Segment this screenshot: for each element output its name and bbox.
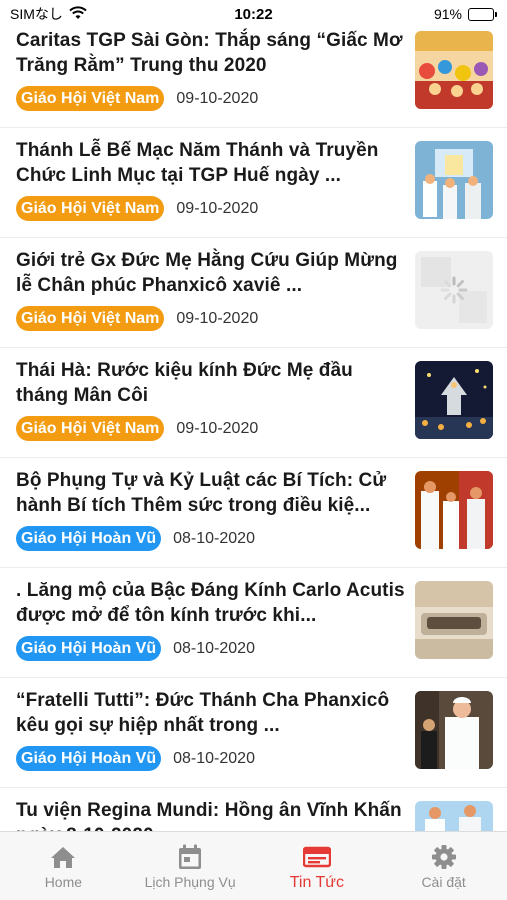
article-text: Bộ Phụng Tự và Kỷ Luật các Bí Tích: Cử h… xyxy=(16,468,415,551)
tab-home[interactable]: Home xyxy=(0,832,127,900)
tab-label: Cài đặt xyxy=(421,874,466,890)
article-title: Bộ Phụng Tự và Kỷ Luật các Bí Tích: Cử h… xyxy=(16,470,387,516)
article-meta: Giáo Hội Việt Nam 09-10-2020 xyxy=(16,196,407,221)
article-thumbnail xyxy=(415,581,493,659)
category-badge[interactable]: Giáo Hội Hoàn Vũ xyxy=(16,526,162,551)
article-text: . Lăng mộ của Bậc Đáng Kính Carlo Acutis… xyxy=(16,578,415,661)
article-meta: Giáo Hội Hoàn Vũ 08-10-2020 xyxy=(16,526,407,551)
category-badge[interactable]: Giáo Hội Việt Nam xyxy=(16,416,165,441)
article-thumbnail xyxy=(415,31,493,109)
article-item[interactable]: Bộ Phụng Tự và Kỷ Luật các Bí Tích: Cử h… xyxy=(0,458,507,568)
tab-gear[interactable]: Cài đặt xyxy=(380,832,507,900)
article-text: Tu viện Regina Mundi: Hồng ân Vĩnh Khấn … xyxy=(16,798,415,831)
tab-news[interactable]: Tin Tức xyxy=(254,832,381,900)
article-item[interactable]: Thái Hà: Rước kiệu kính Đức Mẹ đầu tháng… xyxy=(0,348,507,458)
battery-icon xyxy=(468,7,497,21)
status-bar: SIMなし 10:22 91% xyxy=(0,0,507,28)
article-date: 08-10-2020 xyxy=(173,749,255,767)
article-date: 09-10-2020 xyxy=(176,89,259,107)
article-thumbnail xyxy=(415,361,493,439)
article-item[interactable]: Caritas TGP Sài Gòn: Thắp sáng “Giấc Mơ … xyxy=(0,18,507,128)
carrier-label: SIMなし xyxy=(10,6,63,22)
article-title: Caritas TGP Sài Gòn: Thắp sáng “Giấc Mơ … xyxy=(16,30,403,76)
article-item[interactable]: Tu viện Regina Mundi: Hồng ân Vĩnh Khấn … xyxy=(0,788,507,831)
article-meta: Giáo Hội Việt Nam 09-10-2020 xyxy=(16,306,407,331)
tab-label: Home xyxy=(44,874,83,890)
article-title: Giới trẻ Gx Đức Mẹ Hằng Cứu Giúp Mừng lễ… xyxy=(16,250,398,296)
article-text: Giới trẻ Gx Đức Mẹ Hằng Cứu Giúp Mừng lễ… xyxy=(16,248,415,331)
battery-percent: 91% xyxy=(433,6,462,22)
article-item[interactable]: . Lăng mộ của Bậc Đáng Kính Carlo Acutis… xyxy=(0,568,507,678)
tab-calendar[interactable]: Lịch Phụng Vụ xyxy=(127,832,254,900)
article-title: “Fratelli Tutti”: Đức Thánh Cha Phanxicô… xyxy=(16,690,390,736)
status-time: 10:22 xyxy=(234,5,273,23)
category-badge[interactable]: Giáo Hội Việt Nam xyxy=(16,86,165,111)
article-title: Tu viện Regina Mundi: Hồng ân Vĩnh Khấn … xyxy=(16,800,402,831)
tab-label: Lịch Phụng Vụ xyxy=(144,874,236,890)
article-meta: Giáo Hội Hoàn Vũ 08-10-2020 xyxy=(16,746,407,771)
article-thumbnail xyxy=(415,801,493,831)
calendar-icon xyxy=(178,844,202,870)
article-thumbnail xyxy=(415,251,493,329)
article-meta: Giáo Hội Việt Nam 09-10-2020 xyxy=(16,416,407,441)
article-thumbnail xyxy=(415,471,493,549)
article-text: “Fratelli Tutti”: Đức Thánh Cha Phanxicô… xyxy=(16,688,415,771)
article-text: Thánh Lễ Bế Mạc Năm Thánh và Truyền Chức… xyxy=(16,138,415,221)
article-text: Caritas TGP Sài Gòn: Thắp sáng “Giấc Mơ … xyxy=(16,28,415,111)
article-title: . Lăng mộ của Bậc Đáng Kính Carlo Acutis… xyxy=(16,580,405,626)
article-date: 08-10-2020 xyxy=(173,639,255,657)
news-icon xyxy=(302,844,331,870)
tab-label: Tin Tức xyxy=(289,874,345,891)
tab-bar: Home Lịch Phụng Vụ Tin Tức Cài đặt xyxy=(0,831,507,900)
article-date: 09-10-2020 xyxy=(176,199,259,217)
category-badge[interactable]: Giáo Hội Việt Nam xyxy=(16,306,165,331)
article-title: Thái Hà: Rước kiệu kính Đức Mẹ đầu tháng… xyxy=(16,360,353,406)
article-item[interactable]: “Fratelli Tutti”: Đức Thánh Cha Phanxicô… xyxy=(0,678,507,788)
article-item[interactable]: Thánh Lễ Bế Mạc Năm Thánh và Truyền Chức… xyxy=(0,128,507,238)
article-meta: Giáo Hội Hoàn Vũ 08-10-2020 xyxy=(16,636,407,661)
news-feed[interactable]: Caritas TGP Sài Gòn: Thắp sáng “Giấc Mơ … xyxy=(0,18,507,831)
article-text: Thái Hà: Rước kiệu kính Đức Mẹ đầu tháng… xyxy=(16,358,415,441)
category-badge[interactable]: Giáo Hội Hoàn Vũ xyxy=(16,636,162,661)
article-thumbnail xyxy=(415,141,493,219)
article-date: 08-10-2020 xyxy=(173,529,255,547)
gear-icon xyxy=(431,844,457,870)
wifi-icon xyxy=(69,5,87,23)
article-meta: Giáo Hội Việt Nam 09-10-2020 xyxy=(16,86,407,111)
article-item[interactable]: Giới trẻ Gx Đức Mẹ Hằng Cứu Giúp Mừng lễ… xyxy=(0,238,507,348)
category-badge[interactable]: Giáo Hội Hoàn Vũ xyxy=(16,746,162,771)
category-badge[interactable]: Giáo Hội Việt Nam xyxy=(16,196,165,221)
article-thumbnail xyxy=(415,691,493,769)
article-title: Thánh Lễ Bế Mạc Năm Thánh và Truyền Chức… xyxy=(16,140,379,186)
article-date: 09-10-2020 xyxy=(176,309,259,327)
article-date: 09-10-2020 xyxy=(176,419,259,437)
home-icon xyxy=(50,844,76,870)
